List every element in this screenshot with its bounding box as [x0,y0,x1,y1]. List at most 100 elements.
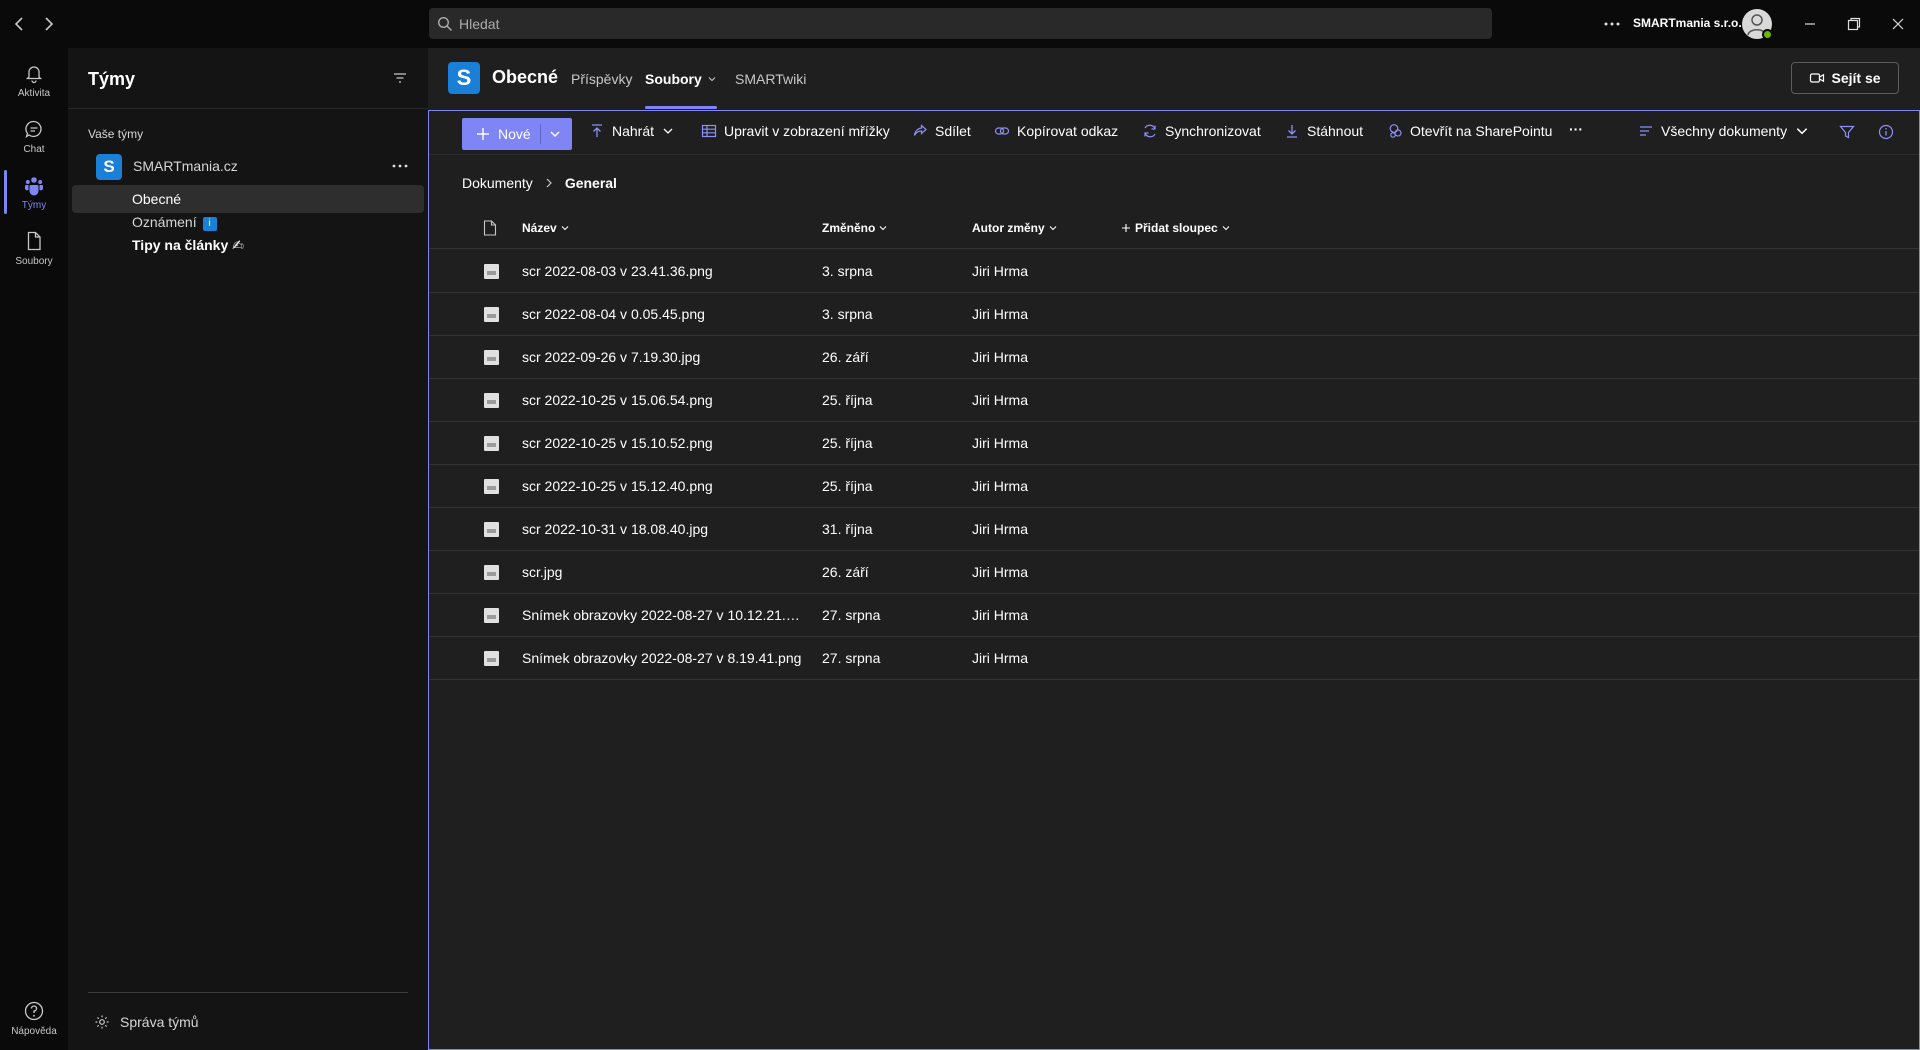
team-item[interactable]: S SMARTmania.cz [72,152,424,180]
edit-grid-view-button[interactable]: Upravit v zobrazení mřížky [701,123,890,139]
column-header-modified[interactable]: Změněno [822,221,888,235]
file-name[interactable]: scr 2022-10-31 v 18.08.40.jpg [522,521,804,537]
file-name[interactable]: scr 2022-10-25 v 15.12.40.png [522,478,804,494]
tab-smartwiki[interactable]: SMARTwiki [735,71,806,87]
table-row[interactable]: scr 2022-08-04 v 0.05.45.png 3. srpna Jiri… [429,293,1919,336]
breadcrumb-root[interactable]: Dokumenty [462,175,533,191]
file-name[interactable]: scr 2022-10-25 v 15.10.52.png [522,435,804,451]
section-label: Vaše týmy [88,127,144,141]
upload-label: Nahrát [612,123,655,139]
copy-link-label: Kopírovat odkaz [1017,123,1119,139]
file-name[interactable]: Snímek obrazovky 2022-08-27 v 10.12.21.p… [522,607,804,623]
file-icon [27,231,41,250]
more-options-icon[interactable] [1600,12,1624,36]
image-file-icon [484,565,499,580]
info-icon[interactable] [1878,124,1894,140]
file-author: Jiri Hrma [972,435,1028,451]
chevron-down-icon [561,226,569,231]
view-selector[interactable]: Všechny dokumenty [1638,123,1809,139]
active-tab-indicator [645,106,717,109]
share-label: Sdílet [935,123,971,139]
rail-item-files[interactable]: Soubory [0,220,68,276]
table-row[interactable]: scr 2022-10-25 v 15.06.54.png 25. října Ji… [429,379,1919,422]
table-row[interactable]: Snímek obrazovky 2022-08-27 v 8.19.41.pn… [429,637,1919,680]
channel-header: S Obecné Příspěvky Soubory SMARTwiki Sej… [428,48,1920,110]
channel-logo: S [448,62,480,94]
open-sharepoint-button[interactable]: Otevřít na SharePointu [1387,123,1552,139]
image-file-icon [484,522,499,537]
file-name[interactable]: scr.jpg [522,564,804,580]
file-author: Jiri Hrma [972,263,1028,279]
file-modified: 25. října [822,478,873,494]
file-name[interactable]: scr 2022-10-25 v 15.06.54.png [522,392,804,408]
close-icon[interactable] [1888,14,1908,34]
meet-button[interactable]: Sejít se [1791,62,1899,94]
plus-icon [477,128,489,140]
restore-icon[interactable] [1844,14,1864,34]
upload-button[interactable]: Nahrát [589,123,674,139]
image-file-icon [484,608,499,623]
team-more-icon[interactable] [390,158,410,174]
copy-link-button[interactable]: Kopírovat odkaz [994,123,1118,139]
column-header-modified-by[interactable]: Autor změny [972,221,1058,235]
file-modified: 26. září [822,349,869,365]
rail-item-teams[interactable]: Týmy [0,164,68,220]
team-name: SMARTmania.cz [133,158,238,174]
channel-label: Oznámení [132,214,197,230]
table-row[interactable]: scr 2022-09-26 v 7.19.30.jpg 26. září Jiri… [429,336,1919,379]
more-commands-button[interactable]: ··· [1569,121,1583,137]
filter-icon[interactable] [1839,124,1855,140]
file-modified: 3. srpna [822,306,873,322]
share-button[interactable]: Sdílet [912,123,971,139]
image-file-icon [484,436,499,451]
table-row[interactable]: scr 2022-10-31 v 18.08.40.jpg 31. října Ji… [429,508,1919,551]
rail-item-help[interactable]: Nápověda [0,990,68,1046]
sync-button[interactable]: Synchronizovat [1142,123,1261,139]
back-arrow-icon[interactable] [10,14,30,34]
file-modified: 31. října [822,521,873,537]
channel-label: Tipy na články ✍ [132,237,244,253]
chat-icon [25,120,42,138]
file-name[interactable]: scr 2022-08-04 v 0.05.45.png [522,306,804,322]
search-input[interactable]: Hledat [429,8,1492,39]
table-row[interactable]: Snímek obrazovky 2022-08-27 v 10.12.21.p… [429,594,1919,637]
tab-posts[interactable]: Příspěvky [571,71,632,87]
minimize-icon[interactable] [1800,14,1820,34]
file-name[interactable]: scr 2022-09-26 v 7.19.30.jpg [522,349,804,365]
video-icon [1810,73,1825,83]
file-list: scr 2022-08-03 v 23.41.36.png 3. srpna Jir… [429,250,1919,680]
rail-item-activity[interactable]: Aktivita [0,52,68,108]
table-row[interactable]: scr 2022-10-25 v 15.12.40.png 25. října Ji… [429,465,1919,508]
table-row[interactable]: scr.jpg 26. září Jiri Hrma [429,551,1919,594]
manage-teams-button[interactable]: Správa týmů [94,1014,199,1030]
file-name[interactable]: scr 2022-08-03 v 23.41.36.png [522,263,804,279]
divider [88,992,408,993]
table-row[interactable]: scr 2022-08-03 v 23.41.36.png 3. srpna Jir… [429,250,1919,293]
channel-item-tips[interactable]: Tipy na články ✍ [72,231,424,259]
chevron-right-icon [546,178,552,188]
edit-grid-view-label: Upravit v zobrazení mřížky [724,123,890,139]
rail-label-chat: Chat [23,143,45,155]
new-button[interactable]: Nové [462,118,572,150]
rail-item-chat[interactable]: Chat [0,108,68,164]
add-column-button[interactable]: Přidat sloupec [1121,221,1231,235]
table-row[interactable]: scr 2022-10-25 v 15.10.52.png 25. října Ji… [429,422,1919,465]
teams-panel: Týmy Vaše týmy S SMARTmania.cz Obecné Oz… [68,48,428,1050]
file-type-icon[interactable] [483,220,497,236]
divider [540,124,541,144]
rail-label-teams: Týmy [21,199,47,211]
forward-arrow-icon[interactable] [38,14,58,34]
plus-icon [1122,224,1130,232]
tab-files[interactable]: Soubory [645,71,717,87]
meet-button-label: Sejít se [1831,70,1881,86]
file-name[interactable]: Snímek obrazovky 2022-08-27 v 8.19.41.pn… [522,650,804,666]
org-name[interactable]: SMARTmania s.r.o. [1633,16,1742,30]
download-button[interactable]: Stáhnout [1284,123,1363,139]
filter-icon[interactable] [390,68,410,88]
image-file-icon [484,651,499,666]
column-header-name[interactable]: Název [522,221,570,235]
divider [68,108,428,109]
file-author: Jiri Hrma [972,349,1028,365]
file-list-header: Název Změněno Autor změny Přidat sloupec [429,207,1919,249]
team-logo: S [96,154,122,180]
